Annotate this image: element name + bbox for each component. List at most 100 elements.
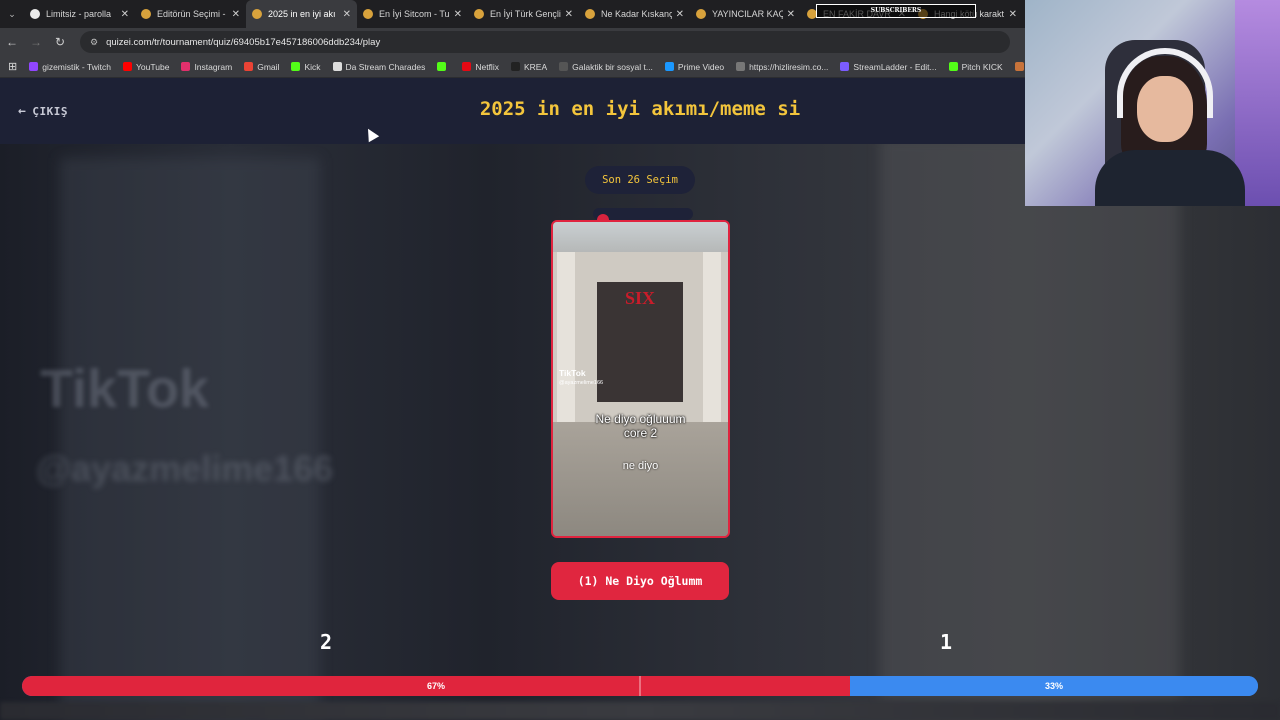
bookmark-item[interactable]: Da Stream Charades xyxy=(332,61,426,72)
bookmark-item[interactable]: Instagram xyxy=(181,62,232,72)
card-caption-line1: Ne diyo oğluuum xyxy=(595,412,686,426)
bookmark-favicon-icon xyxy=(1014,62,1024,71)
bookmark-favicon-icon xyxy=(181,62,191,71)
bookmark-favicon-icon xyxy=(510,62,520,71)
browser-tab[interactable]: Limitsiz - parolla ✕ xyxy=(24,0,135,28)
tab-close-icon[interactable]: ✕ xyxy=(232,9,240,20)
bookmark-favicon-icon xyxy=(736,62,746,71)
bookmark-label: Instagram xyxy=(194,61,233,72)
tab-close-icon[interactable]: ✕ xyxy=(1009,9,1017,20)
background-handle-watermark: @ayazmelime166 xyxy=(36,448,334,489)
vote-bar-midline xyxy=(639,676,641,696)
bookmark-label: Gmail xyxy=(257,61,280,72)
bookmark-item[interactable]: Gmail xyxy=(244,62,279,72)
browser-tab[interactable]: Editörün Seçimi - ✕ xyxy=(135,0,246,28)
bookmark-item[interactable]: StreamLadder - Edit... xyxy=(840,61,937,72)
browser-tab[interactable]: En İyi Sitcom - Tu ✕ xyxy=(357,0,468,28)
bookmark-label: StreamLadder - Edit... xyxy=(853,61,937,72)
tab-favicon-icon xyxy=(585,9,595,19)
bookmark-favicon-icon xyxy=(840,62,850,71)
tab-title: En İyi Sitcom - Tu xyxy=(379,9,450,19)
tab-search-icon[interactable]: ⌄ xyxy=(0,0,24,28)
card-pillar-left xyxy=(557,252,575,432)
bookmark-item[interactable]: Netflix xyxy=(462,62,499,72)
tab-favicon-icon xyxy=(363,9,373,19)
url-field[interactable]: ⚙ quizei.com/tr/tournament/quiz/69405b17… xyxy=(80,31,1010,53)
bookmark-label: gizemistik - Twitch xyxy=(42,61,112,72)
card-tiktok-handle: @ayazmelime166 xyxy=(559,380,604,386)
bookmark-favicon-icon xyxy=(332,62,342,71)
apps-grid-icon[interactable]: ⊞ xyxy=(8,60,17,73)
tab-close-icon[interactable]: ✕ xyxy=(676,9,684,20)
bottom-blur-strip xyxy=(0,702,1280,720)
subscribers-overlay: SUBSCRIBERS xyxy=(816,4,976,18)
card-caption-sub: ne diyo xyxy=(622,460,659,472)
bookmark-item[interactable] xyxy=(437,62,450,72)
webcam-overlay xyxy=(1025,0,1280,206)
score-right: 1 xyxy=(940,630,953,654)
bookmark-label: KREA xyxy=(523,61,548,72)
bookmark-favicon-icon xyxy=(291,62,301,71)
choice-button[interactable]: (1) Ne Diyo Oğlumm xyxy=(551,562,729,600)
bookmark-label: Da Stream Charades xyxy=(345,61,426,72)
browser-tab[interactable]: YAYINCILAR KAÇ ✕ xyxy=(690,0,801,28)
forward-icon[interactable]: → xyxy=(24,35,48,49)
bookmark-favicon-icon xyxy=(559,62,569,71)
bookmark-favicon-icon xyxy=(948,62,958,71)
bookmark-label: Galaktik bir sosyal t... xyxy=(572,61,653,72)
bookmark-label: https://hizliresim.co... xyxy=(749,61,829,72)
vote-right-percent: 33% xyxy=(1045,681,1064,691)
bookmark-item[interactable]: Kick xyxy=(291,61,321,72)
browser-tab[interactable]: Ne Kadar Kıskanç ✕ xyxy=(579,0,690,28)
reload-icon[interactable]: ↻ xyxy=(48,35,72,49)
back-icon[interactable]: ← xyxy=(0,35,24,49)
address-bar: ← → ↻ ⚙ quizei.com/tr/tournament/quiz/69… xyxy=(0,28,1025,56)
bookmark-item[interactable]: Galaktik bir sosyal t... xyxy=(559,62,653,72)
tab-title: 2025 in en iyi akı xyxy=(268,9,336,19)
bookmark-item[interactable]: KREA xyxy=(510,61,548,72)
card-caption: Ne diyo oğluuum core 2 xyxy=(553,412,728,440)
bookmark-label: Netflix xyxy=(475,61,499,72)
card-store-logo: SIX xyxy=(625,288,656,308)
url-text: quizei.com/tr/tournament/quiz/69405b17e4… xyxy=(106,36,381,48)
tab-title: YAYINCILAR KAÇ xyxy=(712,9,783,19)
vote-progress-bar: 67% 33% xyxy=(22,676,1258,696)
tab-close-icon[interactable]: ✕ xyxy=(454,9,462,20)
choice-media-card[interactable]: SIX TikTok @ayazmelime166 Ne diyo oğluuu… xyxy=(551,220,730,538)
browser-tab[interactable]: En İyi Türk Gençli ✕ xyxy=(468,0,579,28)
background-tiktok-watermark: TikTok xyxy=(40,359,210,419)
site-info-icon[interactable]: ⚙ xyxy=(90,37,98,48)
bookmark-item[interactable]: https://hizliresim.co... xyxy=(736,62,828,72)
tab-title: Ne Kadar Kıskanç xyxy=(601,9,672,19)
tab-title: Editörün Seçimi - xyxy=(157,9,226,19)
bookmark-label: Kick xyxy=(304,61,321,72)
vote-left-percent: 67% xyxy=(427,681,446,691)
card-tiktok-mark: TikTok xyxy=(559,368,586,378)
browser-tab[interactable]: 2025 in en iyi akı ✕ xyxy=(246,0,357,28)
tab-title: Limitsiz - parolla xyxy=(46,9,112,19)
vote-bar-left: 67% xyxy=(22,676,851,696)
score-left: 2 xyxy=(320,630,333,654)
bookmark-favicon-icon xyxy=(244,62,254,71)
tab-title: En İyi Türk Gençli xyxy=(490,9,561,19)
bookmark-label: Pitch KICK xyxy=(961,61,1003,72)
vote-bar-right: 33% xyxy=(850,676,1258,696)
bookmark-item[interactable]: gizemistik - Twitch xyxy=(29,62,111,72)
tab-favicon-icon xyxy=(696,9,706,19)
tab-close-icon[interactable]: ✕ xyxy=(121,9,129,20)
tab-close-icon[interactable]: ✕ xyxy=(565,9,573,20)
bookmark-item[interactable]: Prime Video xyxy=(664,61,725,72)
bookmark-favicon-icon xyxy=(437,62,447,71)
bookmark-favicon-icon xyxy=(29,62,39,71)
tab-close-icon[interactable]: ✕ xyxy=(787,9,795,20)
tab-favicon-icon xyxy=(474,9,484,19)
bookmarks-bar: ⊞ gizemistik - Twitch YouTube Instagram Gma… xyxy=(0,56,1059,78)
tab-favicon-icon xyxy=(30,9,40,19)
card-pillar-right xyxy=(703,252,721,432)
tab-close-icon[interactable]: ✕ xyxy=(343,9,351,20)
card-caption-line2: core 2 xyxy=(623,426,658,440)
bookmark-item[interactable]: YouTube xyxy=(123,62,169,72)
bookmark-label: Prime Video xyxy=(677,61,725,72)
bookmark-favicon-icon xyxy=(462,62,472,71)
bookmark-item[interactable]: Pitch KICK xyxy=(948,61,1003,72)
